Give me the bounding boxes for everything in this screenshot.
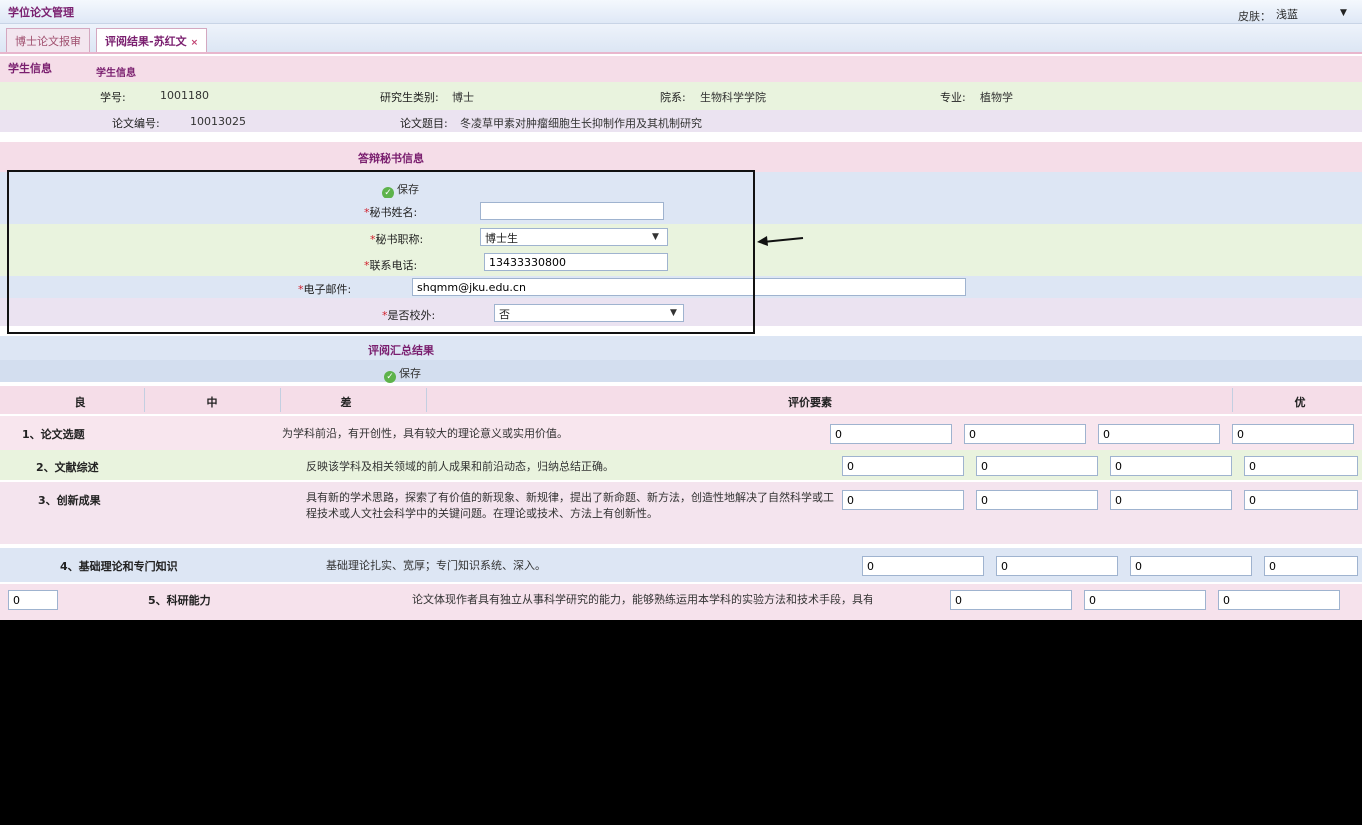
- score-input[interactable]: [1264, 556, 1358, 576]
- criterion-desc: 论文体现作者具有独立从事科学研究的能力，能够熟练运用本学科的实验方法和技术手段，…: [412, 593, 872, 606]
- skin-label: 皮肤：: [1238, 10, 1271, 23]
- column-divider: [144, 388, 145, 412]
- criterion-name: 1、论文选题: [22, 428, 85, 441]
- major-label: 专业:: [940, 91, 966, 104]
- criterion-name: 3、创新成果: [38, 494, 101, 507]
- score-input[interactable]: [1244, 490, 1358, 510]
- department-value: 生物科学学院: [700, 91, 766, 104]
- score-input[interactable]: [830, 424, 952, 444]
- column-divider: [426, 388, 427, 412]
- tab-thesis-review[interactable]: 博士论文报审: [6, 28, 90, 52]
- app-title: 学位论文管理: [8, 6, 74, 19]
- score-input[interactable]: [842, 456, 964, 476]
- header-excellent: 优: [1294, 396, 1306, 409]
- student-section-band: [0, 56, 1362, 82]
- score-input[interactable]: [1218, 590, 1340, 610]
- department-label: 院系:: [660, 91, 686, 104]
- top-bar: 学位论文管理 皮肤： 浅蓝 ▼: [0, 0, 1362, 24]
- tab-review-result[interactable]: 评阅结果-苏红文 ×: [96, 28, 208, 52]
- annotation-arrow-icon: [757, 236, 804, 246]
- save-label: 保存: [399, 367, 421, 380]
- score-input[interactable]: [862, 556, 984, 576]
- score-input[interactable]: [1232, 424, 1354, 444]
- thesis-no-label: 论文编号:: [112, 117, 160, 130]
- column-divider: [1232, 388, 1233, 412]
- criterion-desc: 反映该学科及相关领域的前人成果和前沿动态，归纳总结正确。: [306, 460, 614, 473]
- score-input[interactable]: [1084, 590, 1206, 610]
- score-input[interactable]: [950, 590, 1072, 610]
- score-input[interactable]: [1110, 456, 1232, 476]
- student-id-label: 学号:: [100, 91, 126, 104]
- header-criteria: 评价要素: [788, 396, 832, 409]
- student-id-value: 1001180: [160, 89, 209, 102]
- major-value: 植物学: [980, 91, 1013, 104]
- thesis-no-value: 10013025: [190, 115, 246, 128]
- degree-level-value: 博士: [452, 91, 474, 104]
- summary-toolbar-band: [0, 360, 1362, 382]
- secretary-section-band: [0, 142, 1362, 172]
- score-input[interactable]: [842, 490, 964, 510]
- save-icon: ✓: [384, 371, 396, 383]
- close-icon[interactable]: ×: [191, 38, 199, 48]
- student-section-title: 学生信息: [8, 62, 52, 75]
- header-medium: 中: [206, 396, 218, 409]
- annotation-box: [7, 170, 755, 334]
- tab-label: 博士论文报审: [15, 35, 81, 48]
- app-window: 学位论文管理 皮肤： 浅蓝 ▼ 博士论文报审 评阅结果-苏红文 × 学生信息 学生…: [0, 0, 1362, 620]
- score-input[interactable]: [1110, 490, 1232, 510]
- summary-section-band: [0, 336, 1362, 360]
- score-input[interactable]: [976, 456, 1098, 476]
- summary-save-button[interactable]: ✓ 保存: [384, 365, 421, 383]
- summary-section-title: 评阅汇总结果: [368, 344, 434, 357]
- score-input[interactable]: [976, 490, 1098, 510]
- criterion-name: 2、文献综述: [36, 461, 99, 474]
- secretary-section-title: 答辩秘书信息: [358, 152, 424, 165]
- tab-bar: 博士论文报审 评阅结果-苏红文 ×: [0, 24, 1362, 54]
- criterion-desc: 基础理论扎实、宽厚；专门知识系统、深入。: [326, 559, 546, 572]
- criterion-desc: 具有新的学术思路，探索了有价值的新现象、新规律，提出了新命题、新方法，创造性地解…: [306, 491, 834, 520]
- score-input[interactable]: [1244, 456, 1358, 476]
- thesis-title-value: 冬凌草甲素对肿瘤细胞生长抑制作用及其机制研究: [460, 117, 702, 130]
- score-input[interactable]: [1130, 556, 1252, 576]
- score-input[interactable]: [8, 590, 58, 610]
- criterion-desc: 为学科前沿，有开创性，具有较大的理论意义或实用价值。: [282, 427, 568, 440]
- tab-label: 评阅结果-苏红文: [105, 35, 187, 48]
- student-subsection-title: 学生信息: [96, 68, 136, 79]
- header-good: 良: [74, 396, 86, 409]
- column-divider: [280, 388, 281, 412]
- criterion-name: 5、科研能力: [148, 594, 211, 607]
- thesis-title-label: 论文题目:: [400, 117, 448, 130]
- score-input[interactable]: [1098, 424, 1220, 444]
- chevron-down-icon[interactable]: ▼: [1340, 8, 1347, 18]
- score-input[interactable]: [964, 424, 1086, 444]
- score-input[interactable]: [996, 556, 1118, 576]
- degree-level-label: 研究生类别:: [380, 91, 439, 104]
- criterion-name: 4、基础理论和专门知识: [60, 560, 178, 573]
- header-poor: 差: [340, 396, 352, 409]
